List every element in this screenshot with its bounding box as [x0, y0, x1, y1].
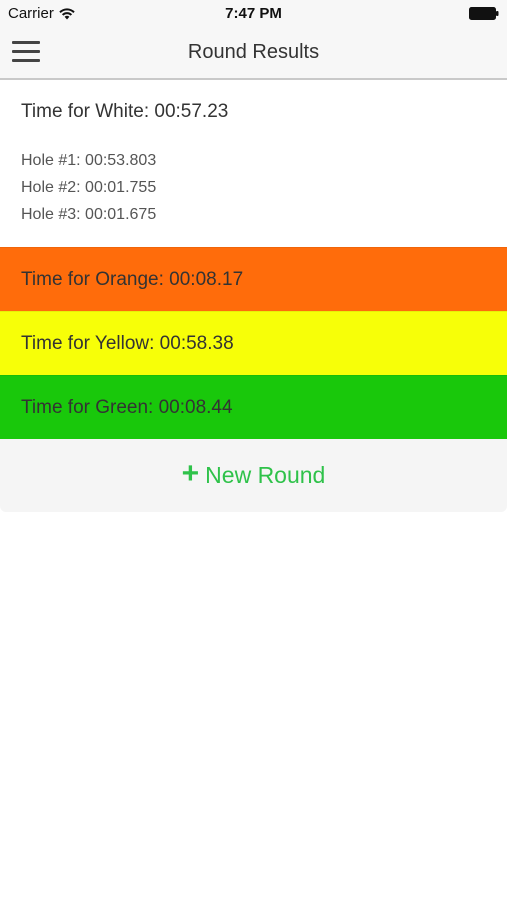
hole-item: Hole #1: 00:53.803 — [21, 152, 157, 169]
status-bar: Carrier 7:47 PM — [0, 0, 507, 28]
page-title: Round Results — [187, 41, 320, 63]
new-round-button[interactable]: + New Round — [0, 439, 507, 511]
hole-item: Hole #2: 00:01.755 — [21, 179, 157, 196]
green-time-label: Time for Green: 00:08.44 — [21, 397, 233, 418]
new-round-label: New Round — [205, 461, 326, 488]
white-time-title: Time for White: 00:57.23 — [21, 101, 229, 122]
orange-time-label: Time for Orange: 00:08.17 — [21, 269, 244, 290]
hole-list: Hole #1: 00:53.803 Hole #2: 00:01.755 Ho… — [21, 151, 156, 232]
white-results-section: Time for White: 00:57.23 Hole #1: 00:53.… — [0, 80, 507, 247]
yellow-result-row[interactable]: Time for Yellow: 00:58.38 — [0, 311, 507, 375]
results-card: Time for White: 00:57.23 Hole #1: 00:53.… — [0, 80, 507, 512]
navigation-bar: Round Results — [0, 28, 507, 80]
battery-icon — [469, 7, 499, 20]
yellow-time-label: Time for Yellow: 00:58.38 — [21, 333, 234, 354]
plus-icon: + — [181, 456, 200, 490]
screen: Carrier 7:47 PM Round Results Time for W… — [0, 0, 507, 900]
green-result-row[interactable]: Time for Green: 00:08.44 — [0, 375, 507, 439]
orange-result-row[interactable]: Time for Orange: 00:08.17 — [0, 247, 507, 311]
hole-item: Hole #3: 00:01.675 — [21, 206, 157, 223]
status-time: 7:47 PM — [225, 5, 282, 22]
